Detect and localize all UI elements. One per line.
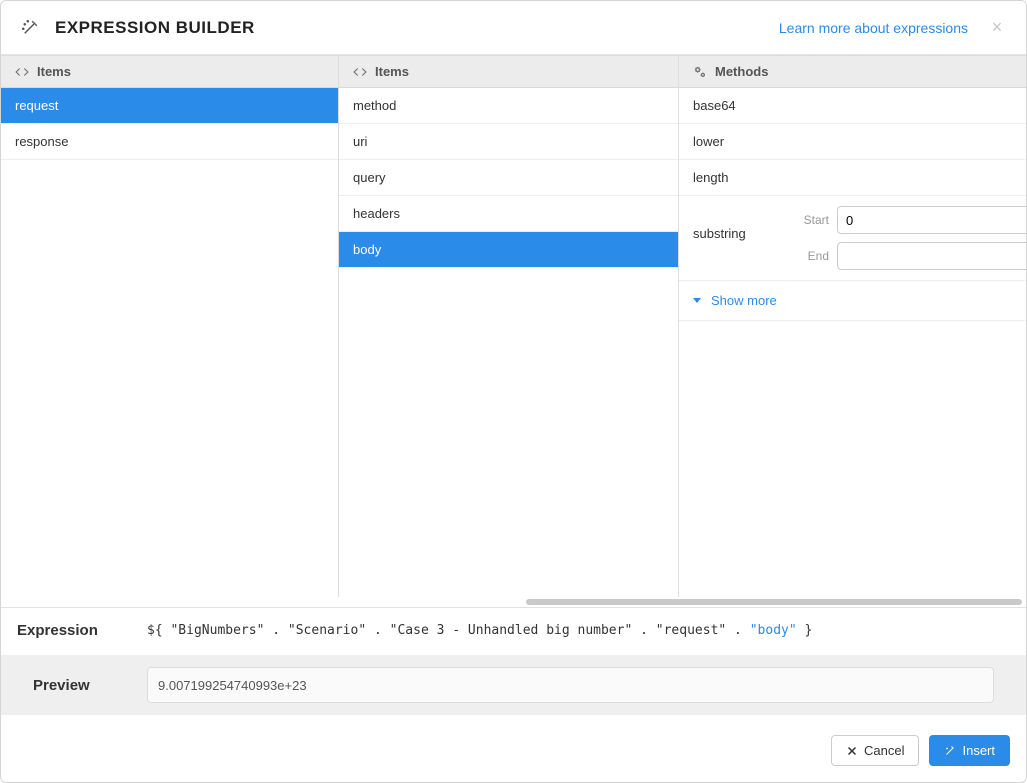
scrollbar-thumb[interactable] [526,599,1022,605]
insert-button-label: Insert [962,743,995,758]
column-1-header-label: Items [37,64,71,79]
col2-item-uri[interactable]: uri [339,124,678,160]
expression-text: ${ "BigNumbers" . "Scenario" . "Case 3 -… [147,623,1010,638]
column-3: Methods base64 lower length substring St… [679,56,1026,597]
column-3-header: Methods [679,56,1026,88]
preview-row: Preview [1,655,1026,715]
column-1: Items request response [1,56,339,597]
close-icon[interactable]: × [988,17,1006,38]
method-length[interactable]: length [679,160,1026,196]
show-more-label: Show more [711,293,777,308]
col2-item-headers[interactable]: headers [339,196,678,232]
column-2-header-label: Items [375,64,409,79]
wand-icon [21,19,39,37]
col1-item-response[interactable]: response [1,124,338,160]
learn-more-link[interactable]: Learn more about expressions [779,20,968,36]
substring-start-label: Start [793,213,829,227]
expression-builder-modal: EXPRESSION BUILDER Learn more about expr… [0,0,1027,783]
col1-item-request[interactable]: request [1,88,338,124]
method-base64[interactable]: base64 [679,88,1026,124]
method-substring: substring Start End [679,196,1026,281]
substring-start-input[interactable] [837,206,1027,234]
method-substring-label[interactable]: substring [693,206,783,260]
column-1-header: Items [1,56,338,88]
col2-item-body[interactable]: body [339,232,678,268]
preview-label: Preview [17,677,127,694]
code-icon [15,65,29,79]
insert-button[interactable]: Insert [929,735,1010,766]
cancel-button-label: Cancel [864,743,904,758]
column-2: Items method uri query headers body [339,56,679,597]
expression-label: Expression [17,622,127,639]
cancel-button[interactable]: Cancel [831,735,919,766]
code-icon [353,65,367,79]
substring-end-input[interactable] [837,242,1027,270]
wand-icon [944,745,956,757]
bottom-panel: Expression ${ "BigNumbers" . "Scenario" … [1,607,1026,782]
column-2-header: Items [339,56,678,88]
substring-end-label: End [793,249,829,263]
caret-down-icon [693,298,701,303]
method-lower[interactable]: lower [679,124,1026,160]
show-more-toggle[interactable]: Show more [679,281,1026,321]
modal-header: EXPRESSION BUILDER Learn more about expr… [1,1,1026,55]
expression-row: Expression ${ "BigNumbers" . "Scenario" … [17,622,1010,639]
horizontal-scrollbar[interactable] [1,597,1026,607]
footer-buttons: Cancel Insert [17,731,1010,766]
col2-item-method[interactable]: method [339,88,678,124]
close-icon [846,745,858,757]
modal-title: EXPRESSION BUILDER [55,18,255,38]
col2-item-query[interactable]: query [339,160,678,196]
preview-output [147,667,994,703]
columns-container: Items request response Items method uri … [1,55,1026,597]
column-3-header-label: Methods [715,64,768,79]
gears-icon [693,65,707,79]
